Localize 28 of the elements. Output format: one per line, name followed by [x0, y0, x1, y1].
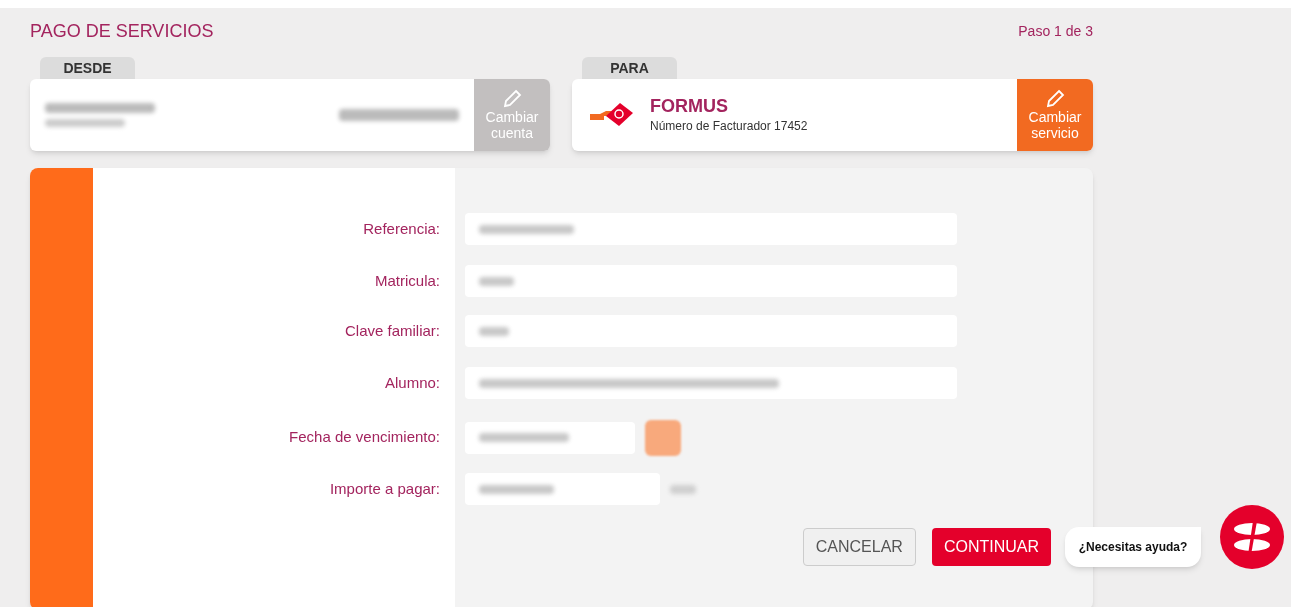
biller-number: Número de Facturador 17452 [650, 118, 808, 135]
change-service-button[interactable]: Cambiar servicio [1017, 79, 1093, 151]
field-label: Matricula: [373, 270, 440, 291]
cancel-button[interactable]: CANCELAR [802, 528, 916, 566]
help-bubble[interactable]: ¿Necesitas ayuda? [1065, 527, 1201, 567]
pencil-icon [1045, 89, 1065, 109]
input-field[interactable] [465, 213, 957, 245]
field-label: Fecha de vencimiento: [288, 427, 440, 448]
field-label: Clave familiar: [343, 320, 440, 341]
page-title: PAGO DE SERVICIOS [30, 20, 214, 43]
input-field[interactable] [465, 315, 957, 347]
amount-field[interactable] [465, 473, 660, 505]
redacted-text [479, 326, 509, 336]
pencil-icon [502, 89, 522, 109]
hand-money-icon [590, 102, 634, 128]
redacted-text [670, 484, 696, 494]
field-label: Importe a pagar: [328, 478, 440, 499]
date-field[interactable] [465, 421, 635, 454]
field-label: Referencia: [362, 218, 440, 239]
input-field[interactable] [465, 265, 957, 297]
input-field[interactable] [465, 367, 957, 399]
service-name: FORMUS [650, 95, 729, 117]
continue-button[interactable]: CONTINUAR [931, 528, 1051, 566]
field-label: Alumno: [383, 372, 440, 393]
calendar-button[interactable] [645, 419, 681, 456]
step-indicator: Paso 1 de 3 [1018, 22, 1093, 41]
bank-logo-icon[interactable] [1220, 505, 1284, 569]
redacted-text [479, 276, 514, 286]
